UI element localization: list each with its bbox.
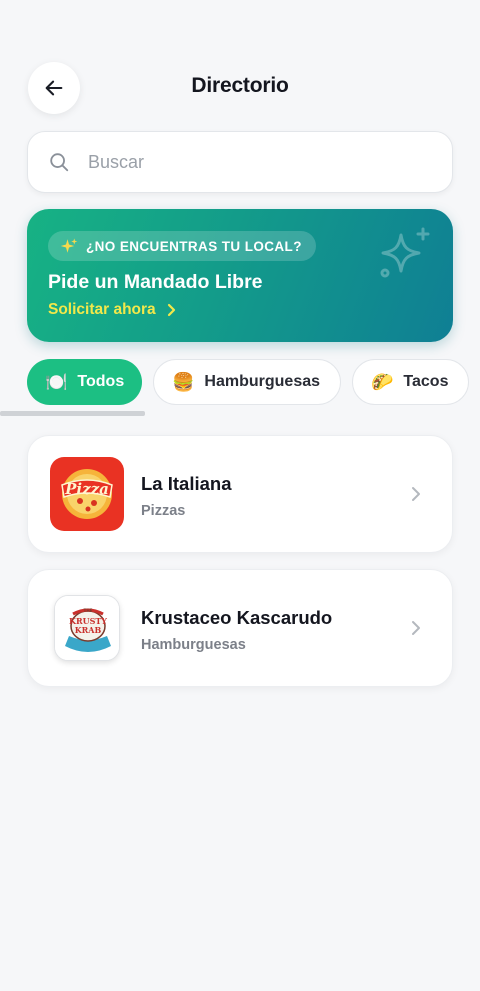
svg-text:KRAB: KRAB [75, 625, 102, 635]
store-card[interactable]: Pizza La Italiana Pizzas [27, 435, 453, 553]
store-category: Hamburguesas [141, 637, 246, 653]
chip-tacos[interactable]: 🌮 Tacos [352, 359, 469, 405]
header: Directorio [0, 62, 480, 114]
krusty-krab-logo: THE KRUSTY KRAB [54, 595, 120, 661]
search-icon [50, 153, 69, 172]
chip-hamburguesas[interactable]: 🍔 Hamburguesas [153, 359, 341, 405]
page-title: Directorio [191, 74, 289, 97]
chevron-right-icon [412, 621, 420, 635]
svg-text:THE: THE [84, 608, 93, 613]
chip-label: Tacos [403, 373, 449, 390]
request-now-link[interactable]: Solicitar ahora [48, 301, 176, 319]
promo-title: Pide un Mandado Libre [48, 271, 263, 293]
sparkle-decoration-icon [380, 227, 430, 278]
promo-badge: ¿NO ENCUENTRAS TU LOCAL? [48, 231, 316, 261]
promo-badge-text: ¿NO ENCUENTRAS TU LOCAL? [86, 238, 302, 254]
chevron-right-icon [167, 303, 175, 317]
chevron-right-icon [412, 487, 420, 501]
search-input[interactable] [88, 151, 418, 173]
pizza-logo: Pizza [50, 457, 124, 531]
store-card[interactable]: THE KRUSTY KRAB Krustaceo Kascarudo Hamb… [27, 569, 453, 687]
plate-icon: 🍽️ [45, 372, 68, 392]
chip-todos[interactable]: 🍽️ Todos [27, 359, 142, 405]
chip-label: Todos [77, 373, 125, 390]
store-category: Pizzas [141, 503, 186, 519]
promo-banner[interactable]: ¿NO ENCUENTRAS TU LOCAL? Pide un Mandado… [27, 209, 453, 342]
category-chips: 🍽️ Todos 🍔 Hamburguesas 🌮 Tacos [0, 358, 480, 406]
search-bar[interactable] [27, 131, 453, 193]
store-name: La Italiana [141, 473, 232, 494]
taco-icon: 🌮 [371, 372, 394, 392]
chip-label: Hamburguesas [204, 373, 321, 390]
sparkles-icon [60, 238, 78, 253]
chips-scrollbar[interactable] [0, 411, 145, 416]
burger-icon: 🍔 [172, 372, 195, 392]
request-now-label: Solicitar ahora [48, 301, 156, 318]
store-name: Krustaceo Kascarudo [141, 607, 333, 628]
svg-text:Pizza: Pizza [64, 480, 109, 498]
